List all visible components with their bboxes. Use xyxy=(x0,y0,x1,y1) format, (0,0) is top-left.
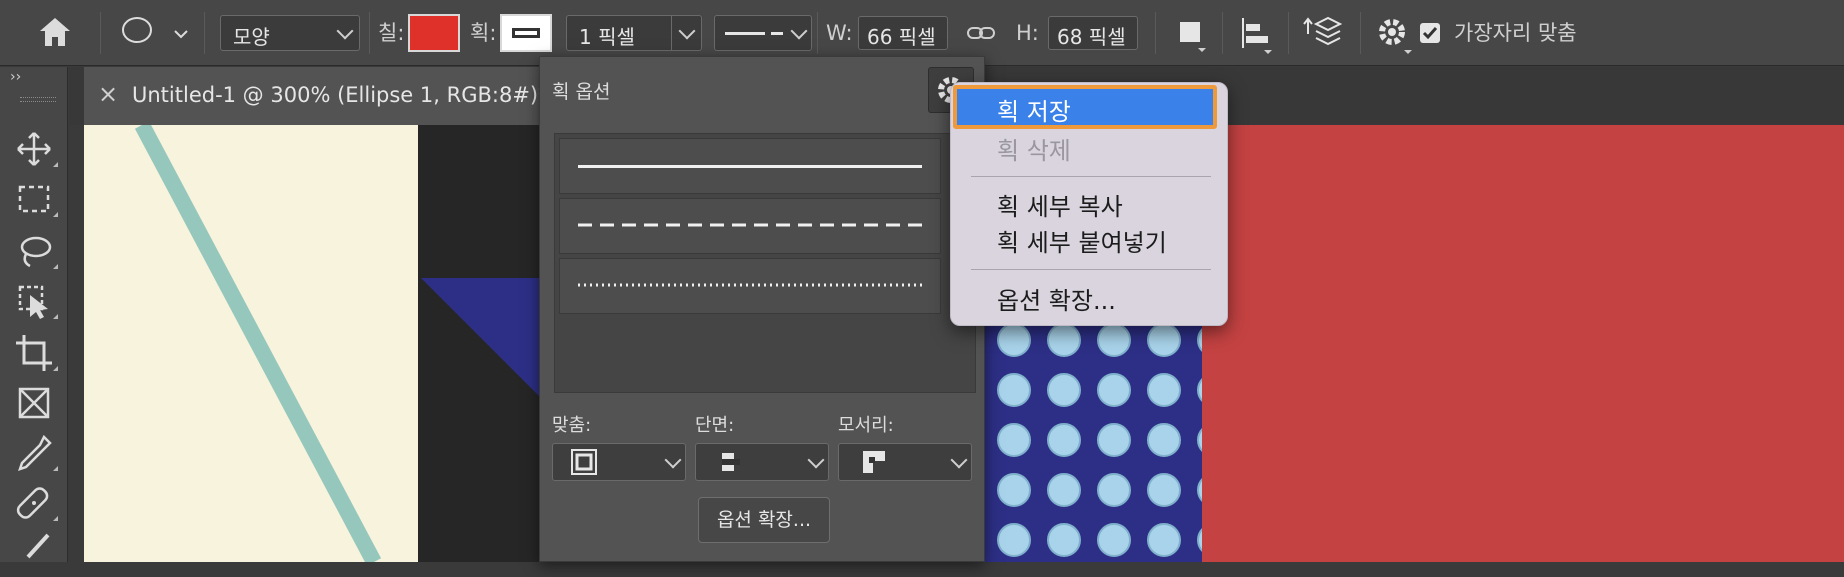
cap-butt-icon xyxy=(722,453,740,471)
stroke-type-preview xyxy=(771,32,783,35)
lasso-tool-icon[interactable] xyxy=(14,231,58,271)
document-tab-title: Untitled-1 @ 300% (Ellipse 1, RGB:8#)* xyxy=(132,83,549,107)
stroke-settings-menu: 획 저장 획 삭제 획 세부 복사 획 세부 붙여넣기 옵션 확장... xyxy=(950,82,1228,326)
stroke-width-value: 1 픽셀 xyxy=(579,25,635,49)
width-label: W: xyxy=(826,21,853,45)
crop-tool-icon[interactable] xyxy=(14,333,58,373)
object-selection-tool-icon[interactable] xyxy=(14,281,58,321)
height-field[interactable]: 68 픽셀 xyxy=(1048,16,1138,50)
stroke-options-title: 획 옵션 xyxy=(552,81,611,103)
corners-dropdown[interactable] xyxy=(838,443,972,481)
align-edges-checkbox[interactable] xyxy=(1420,23,1440,43)
menu-separator xyxy=(971,269,1211,270)
menu-item-save-stroke[interactable]: 획 저장 xyxy=(997,92,1071,127)
chevron-down-icon xyxy=(790,22,808,40)
stroke-swatch[interactable] xyxy=(500,14,552,52)
healing-brush-tool-icon[interactable] xyxy=(14,483,58,523)
menu-item-more-options[interactable]: 옵션 확장... xyxy=(997,281,1116,316)
menu-separator xyxy=(971,176,1211,177)
stroke-type-dropdown[interactable] xyxy=(714,15,812,51)
height-label: H: xyxy=(1016,21,1039,45)
path-alignment-icon[interactable] xyxy=(1240,16,1274,54)
chevron-down-icon xyxy=(336,22,354,40)
toolbar: ›› xyxy=(0,67,68,562)
shape-mode-value: 모양 xyxy=(233,25,270,49)
stroke-type-preview xyxy=(725,32,765,35)
align-dropdown[interactable] xyxy=(552,443,686,481)
canvas-cream-area xyxy=(84,121,418,566)
frame-tool-icon[interactable] xyxy=(14,383,54,423)
canvas-red-area xyxy=(1202,125,1844,562)
chevron-down-icon xyxy=(807,451,825,469)
stroke-style-dashed[interactable] xyxy=(559,198,941,254)
stroke-style-solid[interactable] xyxy=(559,138,941,194)
height-value: 68 픽셀 xyxy=(1057,25,1126,49)
width-value: 66 픽셀 xyxy=(867,25,936,49)
link-icon[interactable] xyxy=(966,20,996,46)
fill-label: 칠: xyxy=(378,21,405,45)
eyedropper-tool-icon[interactable] xyxy=(14,433,58,473)
home-icon[interactable] xyxy=(36,14,74,50)
close-tab-icon[interactable]: × xyxy=(98,80,118,108)
corners-label: 모서리: xyxy=(838,415,894,436)
shape-mode-dropdown[interactable]: 모양 xyxy=(220,15,360,51)
more-options-button[interactable]: 옵션 확장... xyxy=(698,497,830,543)
path-arrangement-icon[interactable] xyxy=(1302,14,1343,54)
menu-item-delete-stroke: 획 삭제 xyxy=(997,137,1071,165)
brush-tool-icon[interactable] xyxy=(14,533,54,573)
width-field[interactable]: 66 픽셀 xyxy=(858,16,948,50)
stroke-options-panel: 획 옵션 맞춤: 단면: 모서리: 옵션 확장... xyxy=(539,56,985,562)
chevron-down-icon xyxy=(678,22,696,40)
caps-dropdown[interactable] xyxy=(695,443,829,481)
stroke-width-dropdown[interactable]: 1 픽셀 xyxy=(566,15,702,51)
fill-swatch[interactable] xyxy=(408,14,460,52)
document-tab[interactable]: × Untitled-1 @ 300% (Ellipse 1, RGB:8#)* xyxy=(84,67,549,125)
toolbar-grip[interactable] xyxy=(20,97,56,102)
stroke-style-dotted[interactable] xyxy=(559,258,941,314)
align-edges-label: 가장자리 맞춤 xyxy=(1454,21,1577,45)
ellipse-tool-preset-icon[interactable] xyxy=(118,14,188,50)
marquee-tool-icon[interactable] xyxy=(14,179,58,219)
collapse-toolbar-icon[interactable]: ›› xyxy=(10,69,21,85)
corner-miter-icon xyxy=(863,451,885,473)
chevron-down-icon xyxy=(664,451,682,469)
path-operations-icon[interactable] xyxy=(1178,18,1208,52)
chevron-down-icon xyxy=(950,451,968,469)
align-inside-icon xyxy=(571,449,597,475)
canvas-blue-triangle xyxy=(421,278,541,398)
stroke-label: 획: xyxy=(470,21,497,45)
move-tool-icon[interactable] xyxy=(14,129,58,169)
align-label: 맞춤: xyxy=(552,415,592,436)
menu-item-paste-stroke-details[interactable]: 획 세부 붙여넣기 xyxy=(997,223,1167,258)
menu-item-copy-stroke-details[interactable]: 획 세부 복사 xyxy=(997,187,1123,222)
stroke-style-list xyxy=(554,133,976,393)
gear-icon[interactable] xyxy=(1376,16,1414,54)
menu-highlight xyxy=(953,85,1217,129)
caps-label: 단면: xyxy=(695,415,735,436)
